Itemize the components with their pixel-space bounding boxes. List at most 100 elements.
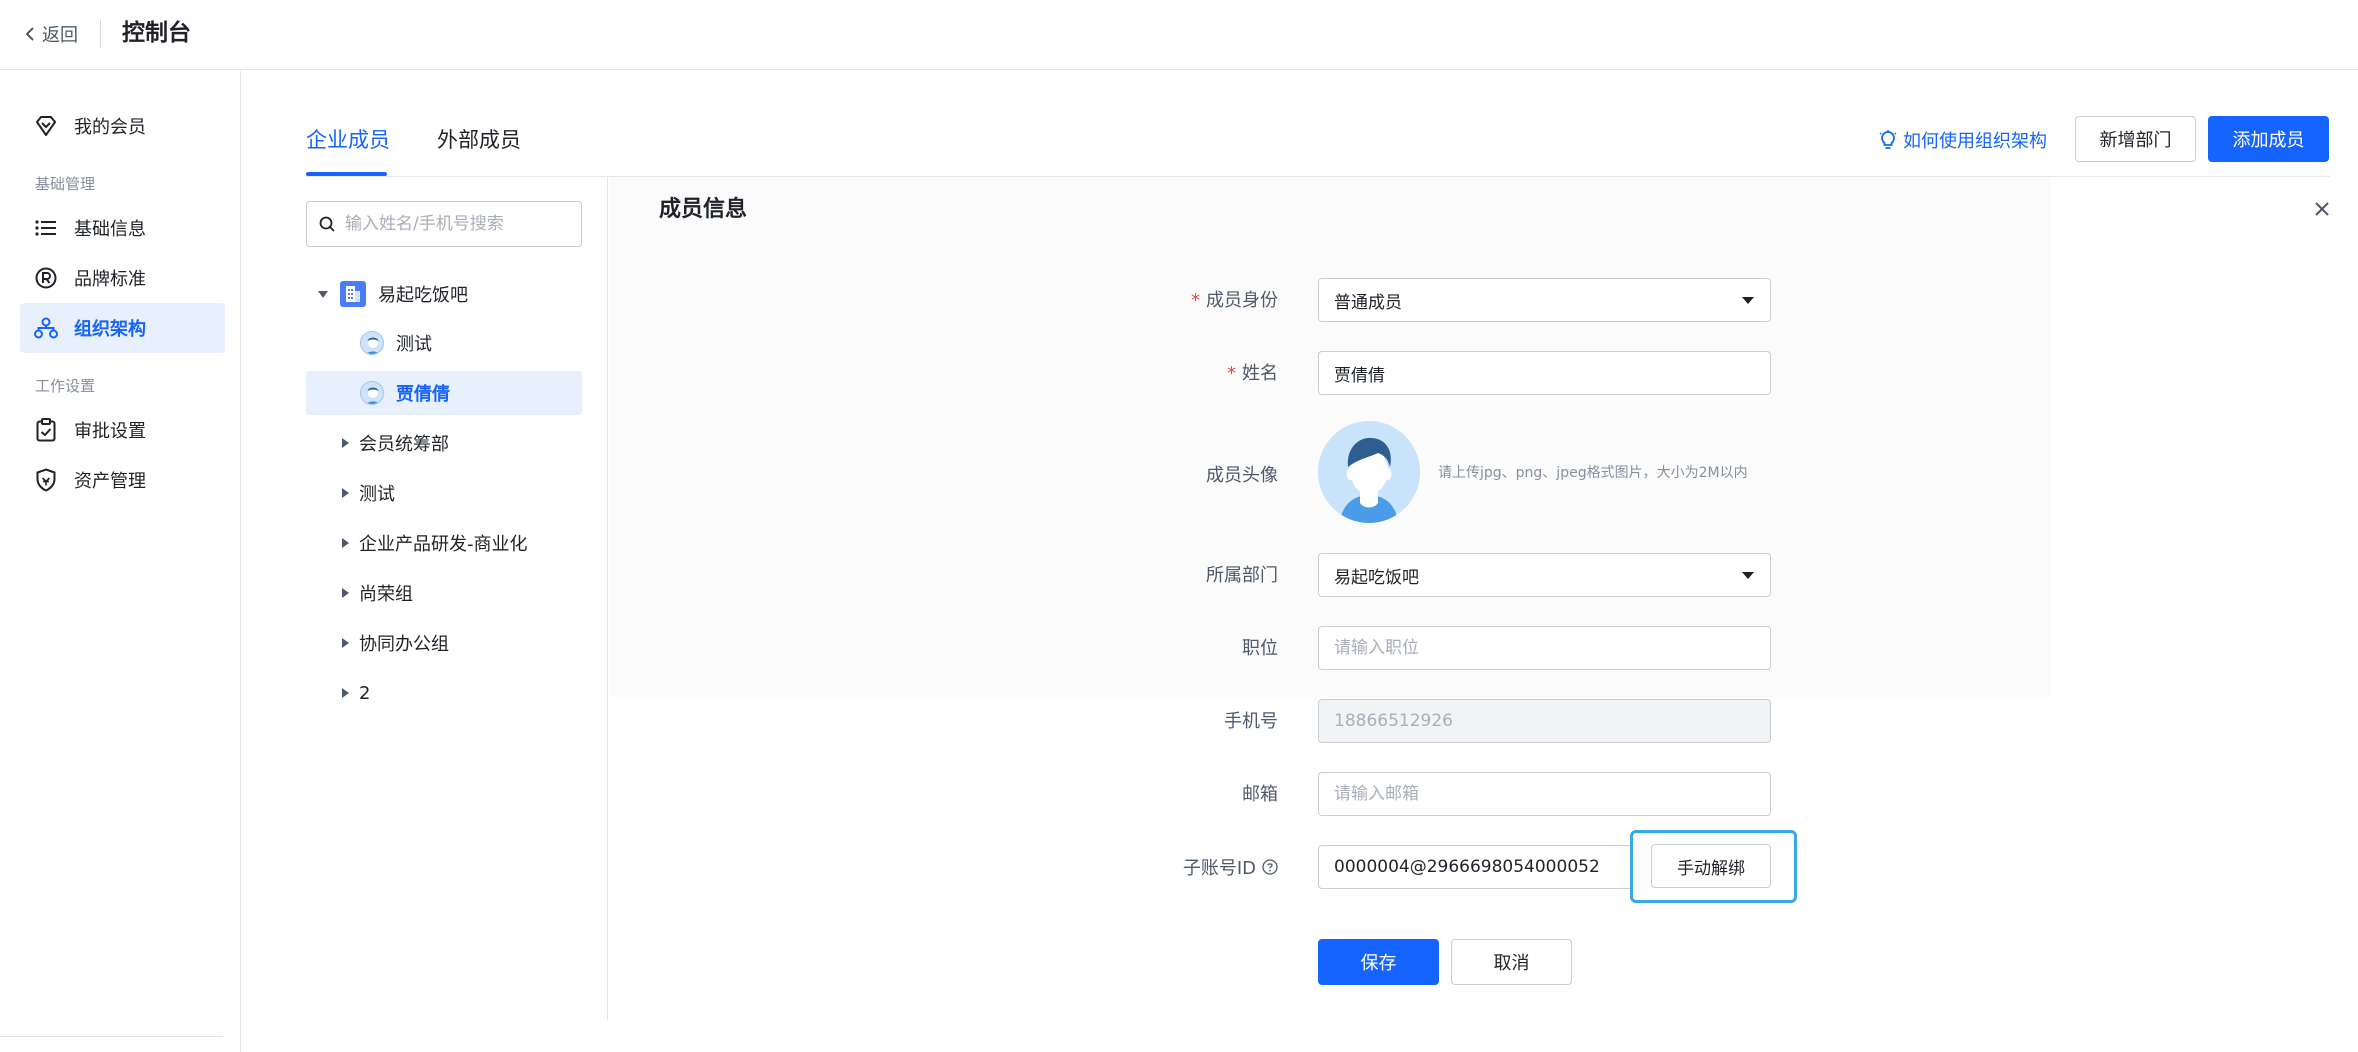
chevron-left-icon	[25, 27, 34, 41]
sidebar-item-brand-standard[interactable]: 品牌标准	[20, 253, 225, 303]
required-mark: *	[1191, 290, 1200, 311]
required-mark: *	[1227, 363, 1236, 384]
cancel-button[interactable]: 取消	[1451, 939, 1572, 985]
tab-external-members[interactable]: 外部成员	[437, 124, 521, 154]
tree-department-row[interactable]: 会员统筹部	[306, 421, 582, 465]
list-icon	[34, 216, 58, 240]
tree-department-row[interactable]: 尚荣组	[306, 571, 582, 615]
subaccount-field: 0000004@2966698054000052	[1318, 845, 1633, 889]
help-link[interactable]: 如何使用组织架构	[1879, 126, 2047, 154]
avatar-label: 成员头像	[1206, 465, 1278, 486]
email-field[interactable]	[1318, 772, 1771, 816]
sidebar-group-basic: 基础管理	[35, 175, 96, 193]
identity-label-text: 成员身份	[1206, 290, 1278, 311]
close-icon[interactable]	[2312, 199, 2332, 219]
email-input[interactable]	[1334, 784, 1770, 804]
tree-department-row[interactable]: 企业产品研发-商业化	[306, 521, 582, 565]
avatar-icon	[360, 381, 384, 405]
sidebar-item-label: 品牌标准	[74, 269, 146, 290]
position-input[interactable]	[1334, 638, 1770, 658]
search-input[interactable]	[345, 214, 565, 234]
manual-unbind-button[interactable]: 手动解绑	[1651, 844, 1771, 888]
save-button[interactable]: 保存	[1318, 939, 1439, 985]
position-field[interactable]	[1318, 626, 1771, 670]
identity-select-value: 普通成员	[1334, 292, 1402, 313]
caret-right-icon[interactable]	[342, 538, 349, 548]
sidebar-item-asset-management[interactable]: 资产管理	[20, 455, 225, 505]
identity-select[interactable]: 普通成员	[1318, 278, 1771, 322]
avatar-hint: 请上传jpg、png、jpeg格式图片，大小为2M以内	[1438, 465, 1748, 481]
tab-internal-members[interactable]: 企业成员	[306, 124, 390, 154]
sidebar-item-label: 基础信息	[74, 219, 146, 240]
tree-member-label: 贾倩倩	[396, 384, 450, 405]
caret-right-icon[interactable]	[342, 588, 349, 598]
caret-down-icon[interactable]	[318, 290, 328, 298]
sidebar-group-work: 工作设置	[35, 377, 96, 395]
clipboard-check-icon	[34, 418, 58, 442]
search-box[interactable]	[306, 201, 582, 247]
avatar[interactable]	[1318, 421, 1420, 523]
back-label: 返回	[42, 25, 78, 46]
sidebar: 我的会员 基础管理 基础信息 品牌标准 组织架构 工作设置 审批设置 资产管理	[0, 71, 241, 1052]
subaccount-label-text: 子账号ID	[1182, 858, 1256, 879]
add-department-button[interactable]: 新增部门	[2075, 116, 2196, 162]
tree-node-label: 易起吃饭吧	[378, 285, 468, 306]
tree-department-label: 测试	[359, 484, 395, 505]
back-button[interactable]: 返回	[24, 20, 78, 48]
tree-department-row[interactable]: 协同办公组	[306, 621, 582, 665]
page-title: 控制台	[122, 20, 191, 46]
department-select-value: 易起吃饭吧	[1334, 567, 1419, 588]
tree-department-row[interactable]: 2	[306, 671, 582, 715]
name-field[interactable]	[1318, 351, 1771, 395]
subaccount-label: 子账号ID	[958, 854, 1278, 880]
caret-right-icon[interactable]	[342, 488, 349, 498]
sidebar-item-basic-info[interactable]: 基础信息	[20, 203, 225, 253]
search-icon	[319, 216, 335, 232]
sidebar-item-label: 资产管理	[74, 471, 146, 492]
phone-field: 18866512926	[1318, 699, 1771, 743]
sidebar-item-org-structure[interactable]: 组织架构	[20, 303, 225, 353]
tree-member-label: 测试	[396, 334, 432, 355]
tree-department-label: 会员统筹部	[359, 434, 449, 455]
department-select[interactable]: 易起吃饭吧	[1318, 553, 1771, 597]
avatar-icon	[360, 331, 384, 355]
sidebar-item-approval-settings[interactable]: 审批设置	[20, 405, 225, 455]
caret-down-icon	[1742, 297, 1754, 304]
diamond-icon	[34, 114, 58, 138]
tree-department-label: 2	[359, 682, 371, 704]
phone-value: 18866512926	[1334, 711, 1453, 731]
caret-down-icon	[1742, 572, 1754, 579]
org-tree-panel: 易起吃饭吧 测试 贾倩倩 会员统筹部 测试 企业产品研发-商业化 尚荣组 协同办…	[306, 177, 608, 1020]
subaccount-value: 0000004@2966698054000052	[1334, 857, 1600, 877]
department-label: 所属部门	[1206, 565, 1278, 586]
caret-right-icon[interactable]	[342, 438, 349, 448]
name-input[interactable]	[1334, 363, 1770, 383]
lightbulb-icon	[1879, 130, 1897, 149]
name-label-text: 姓名	[1242, 363, 1278, 384]
tree-department-label: 协同办公组	[359, 634, 449, 655]
tree-member-row-selected[interactable]: 贾倩倩	[306, 371, 582, 415]
sidebar-item-label: 我的会员	[74, 117, 146, 138]
caret-right-icon[interactable]	[342, 688, 349, 698]
tree-department-label: 尚荣组	[359, 584, 413, 605]
panel-title: 成员信息	[659, 197, 748, 222]
sidebar-item-my-membership[interactable]: 我的会员	[20, 101, 225, 151]
phone-label: 手机号	[1224, 711, 1278, 732]
help-link-label: 如何使用组织架构	[1903, 131, 2047, 152]
sidebar-item-label: 组织架构	[74, 319, 146, 340]
tree-member-row[interactable]: 测试	[306, 321, 582, 365]
top-bar: 返回 控制台	[0, 0, 2358, 70]
add-member-button[interactable]: 添加成员	[2208, 116, 2329, 162]
divider	[100, 20, 101, 48]
caret-right-icon[interactable]	[342, 638, 349, 648]
org-structure-icon	[34, 316, 58, 340]
sidebar-item-label: 审批设置	[74, 421, 146, 442]
tree-department-row[interactable]: 测试	[306, 471, 582, 515]
tree-node-root[interactable]: 易起吃饭吧	[306, 272, 582, 316]
shield-icon	[34, 468, 58, 492]
help-circle-icon[interactable]	[1262, 859, 1278, 875]
position-label: 职位	[1242, 638, 1278, 659]
divider	[0, 1036, 223, 1037]
building-icon	[340, 281, 366, 307]
email-label: 邮箱	[1242, 784, 1278, 805]
